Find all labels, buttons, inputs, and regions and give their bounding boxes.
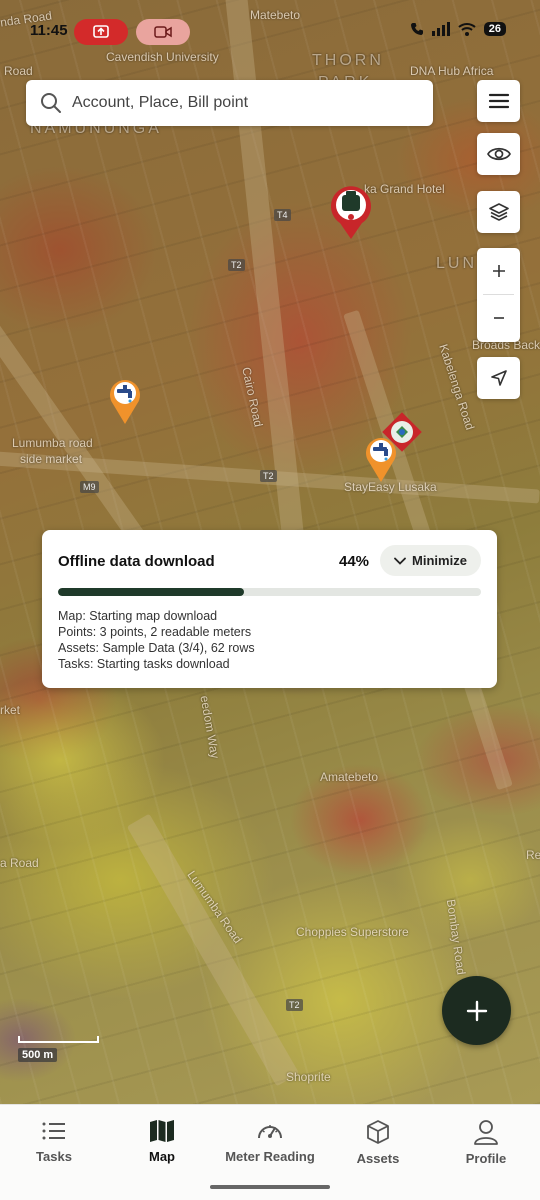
- download-detail-map: Map: Starting map download: [58, 609, 218, 623]
- wifi-icon: [458, 23, 476, 36]
- minimize-button[interactable]: Minimize: [380, 545, 481, 576]
- water-point-pin[interactable]: [364, 434, 398, 489]
- layers-button[interactable]: [477, 191, 520, 233]
- list-icon: [42, 1122, 65, 1140]
- minimize-label: Minimize: [412, 553, 467, 568]
- map-label: Re: [526, 848, 540, 862]
- map-scale-label: 500 m: [18, 1048, 58, 1062]
- nav-label: Tasks: [36, 1149, 72, 1164]
- status-icons: 26: [410, 22, 506, 36]
- menu-button[interactable]: [477, 80, 520, 122]
- water-point-pin[interactable]: [108, 376, 142, 431]
- plus-icon: [466, 1000, 487, 1021]
- nav-label: Meter Reading: [225, 1149, 315, 1164]
- meter-pin[interactable]: [328, 183, 374, 246]
- search-icon: [41, 93, 61, 113]
- locate-me-button[interactable]: [477, 357, 520, 399]
- map-label: Bombay Road: [443, 898, 469, 976]
- hamburger-menu-icon: [488, 93, 509, 109]
- video-call-icon: [154, 26, 172, 38]
- map-label: Lumumba road: [12, 436, 93, 450]
- navigation-arrow-icon: [490, 370, 507, 386]
- eye-icon: [486, 147, 511, 161]
- cube-icon: [367, 1120, 389, 1144]
- screen-share-icon: [93, 25, 109, 38]
- nav-map[interactable]: Map: [108, 1119, 216, 1164]
- search-input[interactable]: Account, Place, Bill point: [26, 80, 433, 126]
- download-detail-points: Points: 3 points, 2 readable meters: [58, 625, 252, 639]
- nav-assets[interactable]: Assets: [324, 1119, 432, 1166]
- signal-icon: [431, 22, 450, 36]
- home-indicator: [210, 1185, 330, 1189]
- map-label: Road: [4, 64, 33, 78]
- map-label: Kabelenga Road: [436, 342, 478, 432]
- map-label: rket: [0, 703, 21, 717]
- status-bar: 11:45 26: [0, 0, 540, 64]
- zoom-controls: [477, 248, 520, 342]
- download-title: Offline data download: [58, 553, 215, 570]
- download-details: Map: Starting map download Points: 3 poi…: [58, 608, 255, 672]
- download-detail-tasks: Tasks: Starting tasks download: [58, 657, 230, 671]
- road-tag: T2: [228, 259, 245, 271]
- nav-label: Map: [149, 1149, 175, 1164]
- map-label: Shoprite: [286, 1070, 331, 1084]
- minus-icon: [493, 317, 504, 319]
- download-detail-assets: Assets: Sample Data (3/4), 62 rows: [58, 641, 255, 655]
- visibility-button[interactable]: [477, 133, 520, 175]
- status-time: 11:45: [30, 22, 68, 39]
- add-button[interactable]: [442, 976, 511, 1045]
- screen-share-indicator[interactable]: [74, 19, 128, 45]
- road-tag: T2: [260, 470, 277, 482]
- map-label: Amatebeto: [320, 770, 379, 784]
- meter-pin-icon: [331, 186, 371, 239]
- chevron-down-icon: [394, 557, 406, 565]
- nav-label: Profile: [465, 1151, 507, 1166]
- video-call-indicator[interactable]: [136, 19, 190, 45]
- person-icon: [474, 1120, 498, 1145]
- download-progress-bar: [58, 588, 481, 596]
- road-tag: T2: [286, 999, 303, 1011]
- download-progress-fill: [58, 588, 245, 596]
- map-label: ka Grand Hotel: [364, 182, 445, 196]
- map-label: eedom Way: [197, 694, 223, 760]
- gauge-icon: [258, 1125, 282, 1139]
- map-label: DNA Hub Africa: [410, 64, 494, 78]
- nav-profile[interactable]: Profile: [432, 1119, 540, 1166]
- road-tag: M9: [80, 481, 99, 493]
- map-icon: [150, 1120, 174, 1142]
- plus-icon: [492, 265, 505, 277]
- map-scale-bar: [18, 1036, 99, 1043]
- layers-icon: [488, 203, 509, 221]
- zoom-out-button[interactable]: [477, 295, 520, 341]
- water-tap-icon: [110, 380, 140, 424]
- water-tap-icon: [366, 438, 396, 482]
- map-label: Cairo Road: [239, 365, 266, 429]
- call-icon: [410, 23, 423, 35]
- nav-meter-reading[interactable]: Meter Reading: [216, 1119, 324, 1164]
- offline-download-card: Offline data download 44% Minimize Map: …: [42, 530, 497, 688]
- map-label: LUN: [436, 255, 478, 272]
- map-road: [126, 813, 300, 1087]
- road-tag: T4: [274, 209, 291, 221]
- zoom-in-button[interactable]: [477, 248, 520, 294]
- download-percent: 44%: [339, 553, 370, 570]
- nav-tasks[interactable]: Tasks: [0, 1119, 108, 1164]
- search-placeholder: Account, Place, Bill point: [72, 94, 249, 111]
- battery-icon: 26: [483, 22, 506, 36]
- map-label: side market: [20, 452, 83, 466]
- map-label: Choppies Superstore: [296, 925, 409, 939]
- map-label: a Road: [0, 856, 39, 870]
- nav-label: Assets: [356, 1151, 400, 1166]
